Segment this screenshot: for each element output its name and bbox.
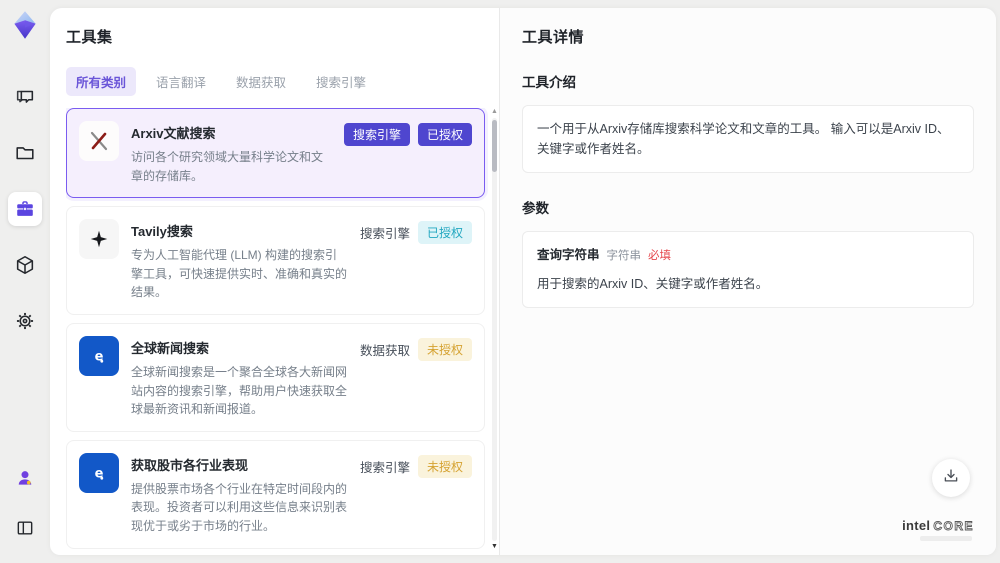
tool-status-badge: 已授权: [417, 123, 472, 146]
scrollbar-thumb[interactable]: [492, 120, 497, 172]
briefcase-icon: [14, 198, 36, 220]
tool-description: 访问各个研究领域大量科学论文和文章的存储库。: [131, 150, 324, 183]
tab-translation[interactable]: 语言翻译: [146, 67, 216, 96]
stocks-logo-icon: e: [79, 452, 119, 493]
category-tabs: 所有类别 语言翻译 数据获取 搜索引擎: [66, 67, 499, 96]
chat-icon: [14, 86, 36, 108]
sidebar-item-toolbox[interactable]: [8, 192, 42, 226]
tool-category: 搜索引擎: [359, 227, 410, 242]
tool-category: 搜索引擎: [359, 460, 410, 475]
tool-name: 全球新闻搜索: [131, 340, 210, 356]
tool-name: Tavily搜索: [131, 224, 193, 240]
intel-core-logo: intel core: [902, 518, 974, 533]
tool-list: Arxiv文献搜索 访问各个研究领域大量科学论文和文章的存储库。 搜索引擎 已授…: [66, 108, 499, 555]
tool-name: 获取股市各行业表现: [131, 457, 249, 473]
tavily-star-icon: [79, 219, 119, 260]
tool-status-badge: 已授权: [417, 221, 472, 245]
tool-card-tavily[interactable]: Tavily搜索 专为人工智能代理 (LLM) 构建的搜索引擎工具，可快速提供实…: [66, 206, 485, 315]
scroll-down-arrow[interactable]: ▼: [490, 543, 499, 551]
param-name: 查询字符串: [537, 248, 600, 262]
download-icon: [942, 467, 960, 490]
tool-category-badge: 搜索引擎: [343, 123, 410, 146]
sidebar-collapse-toggle[interactable]: [8, 511, 42, 545]
core-wordmark: core: [933, 519, 974, 534]
toolset-pane: 工具集 所有类别 语言翻译 数据获取 搜索引擎 Arxiv文献搜索 访问各个研究…: [50, 8, 500, 555]
list-scrollbar[interactable]: ▲ ▼: [490, 108, 499, 555]
params-heading: 参数: [522, 201, 549, 216]
panel-toggle-icon: [15, 518, 35, 538]
param-type: 字符串: [606, 250, 642, 262]
tool-status-badge: 未授权: [417, 454, 472, 478]
download-button[interactable]: [932, 459, 970, 497]
intel-wordmark: intel: [902, 518, 931, 533]
user-icon: [15, 468, 35, 488]
news-logo-icon: e: [79, 335, 119, 376]
tab-all-categories[interactable]: 所有类别: [66, 67, 137, 96]
sidebar-item-packages[interactable]: [8, 248, 42, 282]
tab-data-fetch[interactable]: 数据获取: [226, 67, 296, 96]
sidebar-item-account[interactable]: [8, 461, 42, 495]
tool-card-sector-performance[interactable]: e 获取股市各行业表现 提供股票市场各个行业在特定时间段内的表现。投资者可以利用…: [66, 439, 485, 549]
app-logo-icon: [10, 10, 40, 40]
tool-category: 数据获取: [359, 343, 410, 358]
tool-card-global-news[interactable]: e 全球新闻搜索 全球新闻搜索是一个聚合全球各大新闻网站内容的搜索引擎，帮助用户…: [66, 322, 485, 432]
tool-card-arxiv[interactable]: Arxiv文献搜索 访问各个研究领域大量科学论文和文章的存储库。 搜索引擎 已授…: [66, 108, 485, 199]
tool-detail-pane: 工具详情 工具介绍 一个用于从Arxiv存储库搜索科学论文和文章的工具。 输入可…: [500, 8, 996, 555]
toolset-title: 工具集: [66, 29, 113, 46]
sidebar-item-settings[interactable]: [8, 304, 42, 338]
intro-heading: 工具介绍: [522, 75, 576, 90]
cube-icon: [14, 254, 36, 276]
sidebar-item-chat[interactable]: [8, 80, 42, 114]
folder-icon: [14, 142, 36, 164]
main-surface: 工具集 所有类别 语言翻译 数据获取 搜索引擎 Arxiv文献搜索 访问各个研究…: [50, 8, 996, 555]
tab-search-engine[interactable]: 搜索引擎: [306, 67, 376, 96]
param-box: 查询字符串 字符串 必填 用于搜索的Arxiv ID、关键字或作者姓名。: [522, 231, 974, 309]
param-required-label: 必填: [648, 250, 672, 262]
gear-icon: [14, 310, 36, 332]
detail-title: 工具详情: [522, 29, 585, 46]
intro-text: 一个用于从Arxiv存储库搜索科学论文和文章的工具。 输入可以是Arxiv ID…: [537, 122, 950, 156]
sidebar-item-files[interactable]: [8, 136, 42, 170]
intro-box: 一个用于从Arxiv存储库搜索科学论文和文章的工具。 输入可以是Arxiv ID…: [522, 105, 974, 173]
tool-status-badge: 未授权: [417, 337, 472, 361]
arxiv-logo-icon: [79, 121, 119, 161]
tool-name: Arxiv文献搜索: [131, 126, 216, 141]
tool-description: 全球新闻搜索是一个聚合全球各大新闻网站内容的搜索引擎，帮助用户快速获取全球最新资…: [131, 364, 348, 417]
brand-watermark: [920, 536, 972, 541]
tool-description: 专为人工智能代理 (LLM) 构建的搜索引擎工具，可快速提供实时、准确和真实的结…: [131, 248, 348, 300]
scroll-up-arrow[interactable]: ▲: [490, 108, 499, 116]
tool-description: 提供股票市场各个行业在特定时间段内的表现。投资者可以利用这些信息来识别表现优于或…: [131, 481, 348, 533]
scrollbar-track[interactable]: [492, 118, 497, 541]
left-sidebar: [0, 0, 50, 563]
param-description: 用于搜索的Arxiv ID、关键字或作者姓名。: [537, 277, 769, 292]
